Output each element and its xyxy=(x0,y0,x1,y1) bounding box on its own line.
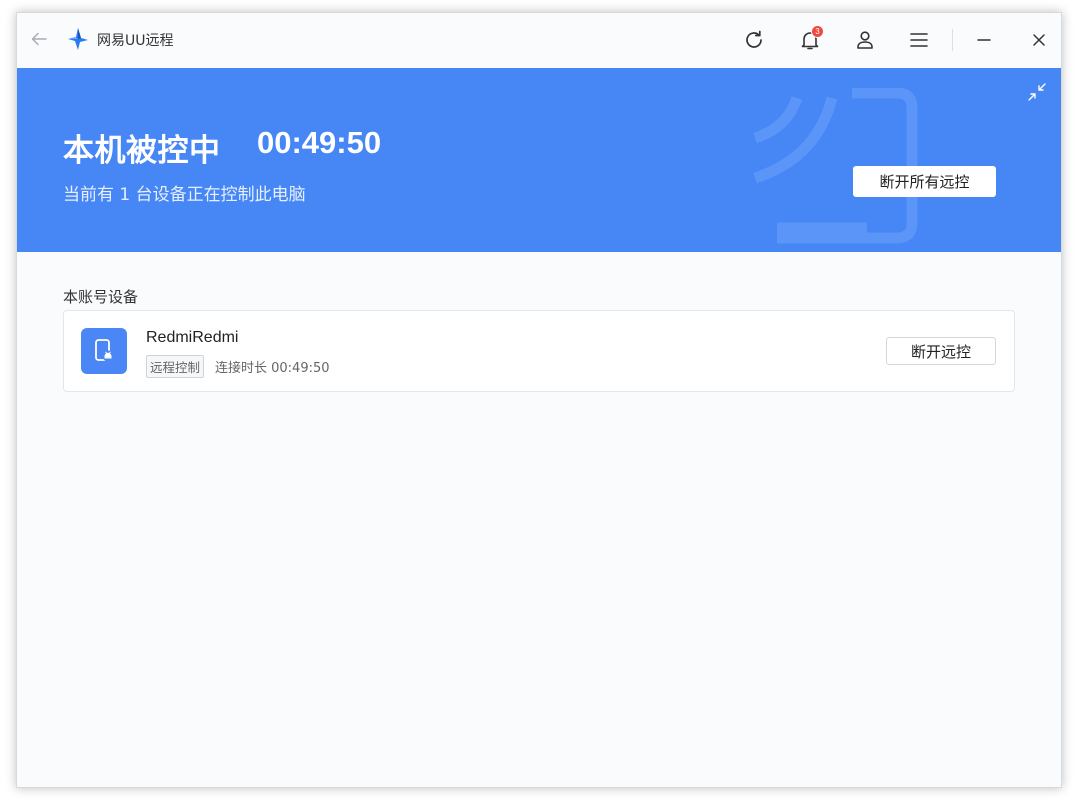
device-name: RedmiRedmi xyxy=(146,329,239,346)
section-title: 本账号设备 xyxy=(63,288,139,306)
user-icon xyxy=(857,31,873,49)
minimize-button[interactable] xyxy=(971,27,997,53)
disconnect-device-button[interactable]: 断开远控 xyxy=(886,337,996,365)
app-window: 网易UU远程 3 本机被控中 00:49:50 当前有 1 台设备正在控制此电脑… xyxy=(16,12,1062,788)
disconnect-all-button[interactable]: 断开所有远控 xyxy=(853,166,996,197)
notification-badge: 3 xyxy=(811,25,824,38)
collapse-button[interactable] xyxy=(1025,80,1049,104)
android-phone-icon xyxy=(95,339,114,362)
refresh-icon xyxy=(746,30,762,48)
control-status-subtitle: 当前有 1 台设备正在控制此电脑 xyxy=(63,185,306,205)
control-timer: 00:49:50 xyxy=(257,125,382,160)
back-button[interactable] xyxy=(29,29,49,49)
account-button[interactable] xyxy=(852,27,878,53)
notifications-button[interactable]: 3 xyxy=(797,25,824,53)
remote-control-tag: 远程控制 xyxy=(146,355,205,378)
device-avatar xyxy=(81,328,127,374)
close-icon xyxy=(1033,34,1045,46)
menu-button[interactable] xyxy=(906,27,932,53)
close-button[interactable] xyxy=(1026,27,1052,53)
device-card: RedmiRedmi 远程控制 连接时长 00:49:50 断开远控 xyxy=(63,310,1015,392)
hamburger-menu-icon xyxy=(910,33,928,47)
minimize-icon xyxy=(977,39,991,41)
arrow-left-icon xyxy=(31,32,47,46)
title-bar: 网易UU远程 3 xyxy=(17,13,1061,68)
uu-logo-icon xyxy=(68,28,88,50)
app-title: 网易UU远程 xyxy=(97,33,174,49)
control-status-banner: 本机被控中 00:49:50 当前有 1 台设备正在控制此电脑 断开所有远控 xyxy=(17,68,1061,252)
refresh-button[interactable] xyxy=(741,27,767,53)
shrink-arrows-icon xyxy=(1028,83,1046,101)
titlebar-divider xyxy=(952,29,953,51)
connection-duration: 连接时长 00:49:50 xyxy=(215,361,330,376)
control-status-title: 本机被控中 xyxy=(63,133,221,169)
